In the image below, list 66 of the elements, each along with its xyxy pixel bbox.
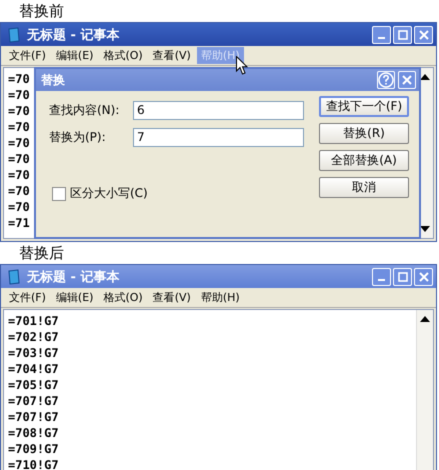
- scrollbar[interactable]: [416, 310, 433, 470]
- maximize-icon: [396, 28, 408, 40]
- input-field[interactable]: 7: [133, 128, 304, 147]
- minimize-icon: [378, 279, 385, 281]
- menu-item[interactable]: 帮助(H): [196, 289, 244, 306]
- menu-item[interactable]: 查看(V): [148, 289, 195, 306]
- menu-item[interactable]: 编辑(E): [52, 289, 98, 306]
- dialog-button[interactable]: 查找下一个(F): [319, 96, 409, 117]
- text-line: =70: [8, 119, 30, 135]
- help-button[interactable]: [377, 71, 395, 89]
- notepad-icon: [7, 268, 21, 284]
- maximize-button[interactable]: [393, 26, 412, 44]
- close-button[interactable]: [398, 71, 416, 89]
- minimize-button[interactable]: [372, 268, 391, 286]
- close-button[interactable]: [414, 268, 433, 286]
- checkbox[interactable]: [52, 186, 66, 200]
- menu-item[interactable]: 编辑(E): [52, 47, 98, 64]
- checkbox-label: 区分大小写(C): [70, 185, 148, 202]
- text-line: =70: [8, 167, 30, 183]
- minimize-icon: [378, 37, 385, 39]
- caption: 替换后: [18, 243, 65, 264]
- text-line: =702!G7: [8, 329, 59, 345]
- dialog-button[interactable]: 全部替换(A): [319, 150, 409, 171]
- text-line: =710!G7: [8, 457, 59, 470]
- text-line: =70: [8, 103, 30, 119]
- help-icon: [378, 72, 394, 88]
- text-line: =70: [8, 87, 30, 103]
- window-title: 无标题 - 记事本: [27, 26, 120, 44]
- close-button[interactable]: [414, 26, 433, 44]
- text-line: =70: [8, 135, 30, 151]
- text-line: =71: [8, 215, 30, 231]
- text-line: =703!G7: [8, 345, 59, 361]
- text-line: =705!G7: [8, 377, 59, 393]
- field-label: 查找内容(N):: [49, 102, 120, 119]
- notepad-icon: [7, 26, 21, 42]
- field-label: 替换为(P):: [49, 129, 107, 146]
- up-arrow-icon: [420, 316, 430, 322]
- text-line: =709!G7: [8, 441, 59, 457]
- menu-item[interactable]: 文件(F): [5, 289, 50, 306]
- text-line: =70: [8, 183, 30, 199]
- menu-item[interactable]: 查看(V): [148, 47, 195, 64]
- text-line: =701!G7: [8, 313, 59, 329]
- caption: 替换前: [18, 1, 65, 22]
- close-icon: [418, 28, 430, 40]
- text-line: =70: [8, 199, 30, 215]
- input-field[interactable]: 6: [133, 101, 304, 120]
- text-line: =707!G7: [8, 393, 59, 409]
- menu-item[interactable]: 格式(O): [99, 47, 147, 64]
- text-line: =70: [8, 71, 30, 87]
- maximize-icon: [396, 270, 408, 282]
- dialog-title: 替换: [41, 72, 66, 88]
- window-title: 无标题 - 记事本: [27, 268, 120, 286]
- maximize-button[interactable]: [393, 268, 412, 286]
- text-line: =70: [8, 151, 30, 167]
- menu-item[interactable]: 文件(F): [5, 47, 50, 64]
- text-line: =707!G7: [8, 409, 59, 425]
- close-icon: [401, 74, 413, 86]
- minimize-button[interactable]: [372, 26, 391, 44]
- dialog-button[interactable]: 替换(R): [319, 123, 409, 144]
- close-icon: [418, 270, 430, 282]
- down-arrow-icon: [420, 226, 430, 232]
- dialog-button[interactable]: 取消: [319, 177, 409, 198]
- text-line: =704!G7: [8, 361, 59, 377]
- text-line: =708!G7: [8, 425, 59, 441]
- menu-item[interactable]: 格式(O): [99, 289, 147, 306]
- up-arrow-icon: [420, 74, 430, 80]
